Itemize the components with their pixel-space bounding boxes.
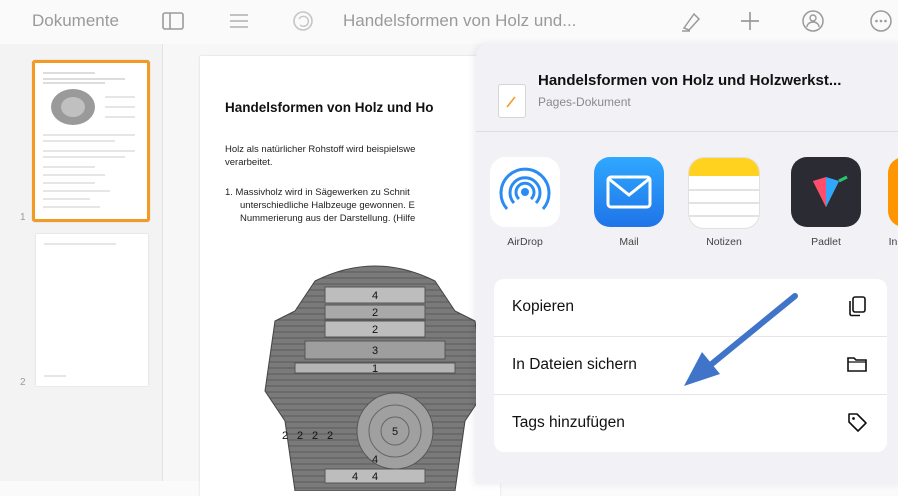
diagram-label: 4 (372, 471, 378, 483)
action-copy[interactable]: Kopieren (494, 279, 887, 337)
action-add-tags[interactable]: Tags hinzufügen (494, 395, 887, 452)
copy-icon (845, 294, 869, 318)
doc-text-line: verarbeitet. (225, 157, 273, 168)
airdrop-icon[interactable] (490, 157, 560, 227)
document-page[interactable]: Handelsformen von Holz und Ho Holz als n… (200, 56, 500, 496)
app-label-airdrop: AirDrop (507, 236, 543, 248)
action-copy-label: Kopieren (512, 298, 575, 315)
page-number-2: 2 (20, 377, 26, 388)
folder-icon (845, 352, 869, 376)
share-actions-list: Kopieren In Dateien sichern Tags hinzufü… (494, 279, 887, 452)
app-label-notes: Notizen (706, 236, 742, 248)
diagram-label: 5 (392, 426, 398, 438)
divider (476, 131, 898, 132)
add-icon[interactable] (737, 8, 763, 34)
diagram-label: 2 (312, 430, 318, 442)
more-icon[interactable] (868, 8, 894, 34)
sidebar-toggle-icon[interactable] (160, 8, 186, 34)
page-thumbnails-sidebar: 1 2 (0, 44, 163, 481)
toolbar: Dokumente Handelsformen von Holz und... (0, 0, 898, 44)
documents-back-button[interactable]: Dokumente (32, 11, 119, 31)
diagram-label: 4 (352, 471, 358, 483)
undo-icon[interactable] (290, 8, 316, 34)
doc-list-item-line: unterschiedliche Halbzeuge gewonnen. E (240, 200, 415, 211)
doc-list-item-line: 1. Massivholz wird in Sägewerken zu Schn… (225, 187, 410, 198)
doc-list-item-line: Nummerierung aus der Darstellung. (Hilfe (240, 213, 416, 224)
doc-text-line: Holz als natürlicher Rohstoff wird beisp… (225, 144, 416, 155)
share-sheet: Handelsformen von Holz und Holzwerkst...… (476, 44, 898, 484)
share-document-title: Handelsformen von Holz und Holzwerkst... (538, 72, 842, 89)
diagram-label: 2 (372, 307, 378, 319)
log-sawing-diagram: 4 2 2 3 1 2 2 2 2 5 4 4 4 (264, 265, 486, 491)
page-thumbnail-1[interactable] (32, 60, 150, 222)
tag-icon (845, 410, 869, 434)
document-title: Handelsformen von Holz und... (343, 11, 577, 30)
page-number-1: 1 (20, 212, 26, 223)
diagram-label: 3 (372, 345, 378, 357)
action-add-tags-label: Tags hinzufügen (512, 414, 625, 431)
padlet-icon[interactable] (791, 157, 861, 227)
document-file-icon (498, 84, 526, 118)
collaborate-icon[interactable] (800, 8, 826, 34)
list-icon[interactable] (226, 8, 252, 34)
diagram-label: 2 (327, 430, 333, 442)
diagram-label: 2 (282, 430, 288, 442)
notes-icon[interactable] (688, 157, 760, 229)
share-document-type: Pages-Dokument (538, 95, 631, 109)
diagram-label: 4 (372, 290, 378, 302)
diagram-label: 2 (372, 324, 378, 336)
app-label-partial: In (888, 236, 898, 248)
document-canvas: Handelsformen von Holz und Ho Holz als n… (163, 44, 500, 496)
diagram-label: 4 (372, 454, 378, 466)
page-thumbnail-2[interactable] (36, 234, 148, 386)
action-save-to-files[interactable]: In Dateien sichern (494, 337, 887, 395)
mail-icon[interactable] (594, 157, 664, 227)
document-heading: Handelsformen von Holz und Ho (225, 100, 434, 115)
annotate-icon[interactable] (678, 8, 704, 34)
diagram-label: 1 (372, 363, 378, 375)
diagram-label: 2 (297, 430, 303, 442)
app-label-mail: Mail (619, 236, 639, 248)
action-save-to-files-label: In Dateien sichern (512, 356, 637, 373)
app-icon[interactable] (888, 157, 898, 227)
